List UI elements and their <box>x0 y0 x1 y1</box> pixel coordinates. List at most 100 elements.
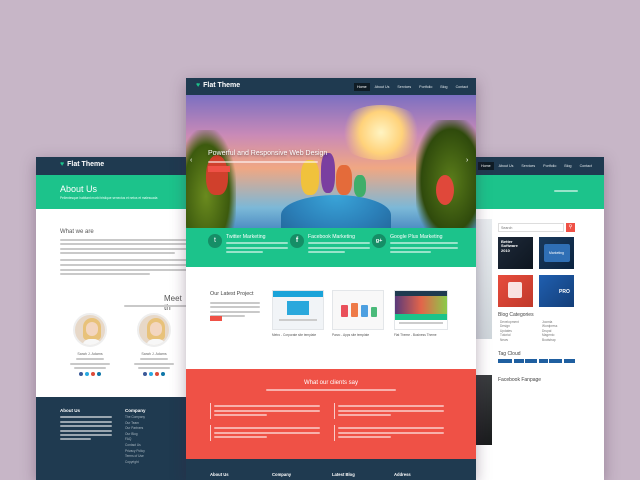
category-link[interactable]: Bootstrap <box>542 338 557 342</box>
heart-icon: ♥ <box>196 82 201 89</box>
project-card[interactable]: Parzo - Apps site template <box>332 290 384 344</box>
nav-home[interactable]: Home <box>354 83 370 91</box>
feature-twitter: t Twitter Marketing <box>208 234 288 256</box>
nav-portfolio[interactable]: Portfolio <box>540 162 559 170</box>
center-navbar: ♥ Flat Theme Home About Us Services Port… <box>186 78 476 95</box>
ad-banner-pro[interactable]: PRO <box>539 275 574 307</box>
left-header-banner: About Us Pellentesque habitant morbi tri… <box>36 175 190 209</box>
left-page-mockup: ♥ Flat Theme About Us Pellentesque habit… <box>36 157 190 480</box>
feature-facebook: f Facebook Marketing <box>290 234 370 256</box>
footer-link[interactable]: Copyright <box>125 460 175 466</box>
slider-prev-icon[interactable]: ‹ <box>190 157 192 164</box>
right-header-banner <box>470 175 604 209</box>
center-logo[interactable]: ♥ Flat Theme <box>196 82 240 89</box>
tag[interactable] <box>513 359 524 363</box>
facebook-icon[interactable] <box>143 372 147 377</box>
ad-banner-marketing[interactable]: Marketing <box>539 237 574 269</box>
search-input[interactable] <box>498 223 564 232</box>
tag[interactable] <box>563 359 575 363</box>
project-caption: Parzo - Apps site template <box>332 333 370 337</box>
nav-home[interactable]: Home <box>478 162 494 170</box>
left-header-title: About Us <box>60 184 98 194</box>
projects-title: Our Latest Project <box>210 291 254 297</box>
twitter-icon: t <box>208 234 222 248</box>
projects-nav-buttons[interactable] <box>210 316 222 321</box>
google-plus-icon[interactable] <box>91 372 95 377</box>
project-card[interactable]: Metro - Corporate site template <box>272 290 324 344</box>
nav-portfolio[interactable]: Portfolio <box>416 83 435 91</box>
team-member-card: Sarah J. Adams <box>134 313 174 377</box>
nav-services[interactable]: Services <box>518 162 538 170</box>
right-navbar: Home About Us Services Portfolio Blog Co… <box>470 157 604 175</box>
feature-google-plus: g+ Google Plus Marketing <box>372 234 458 256</box>
search-icon: ⚲ <box>568 224 573 230</box>
slider-next-icon[interactable]: › <box>466 157 468 164</box>
facebook-icon: f <box>290 234 304 248</box>
nav-blog[interactable]: Blog <box>561 162 574 170</box>
testimonials-title: What our clients say <box>303 380 359 386</box>
categories-col-right: Joomla Wordpress Drupal Magento Bootstra… <box>542 320 557 342</box>
tag[interactable] <box>498 359 512 363</box>
ad-banner-software[interactable]: Better Software 2010 <box>498 237 533 269</box>
ad-banner-red[interactable] <box>498 275 533 307</box>
nav-contact[interactable]: Contact <box>577 162 595 170</box>
heart-icon: ♥ <box>60 161 65 168</box>
team-member-name: Sarah J. Adams <box>141 352 167 356</box>
left-navbar: ♥ Flat Theme <box>36 157 190 175</box>
hero-subtitle <box>208 159 318 166</box>
tag[interactable] <box>549 359 562 363</box>
linkedin-icon[interactable] <box>161 372 165 377</box>
google-plus-icon[interactable] <box>155 372 159 377</box>
features-band: t Twitter Marketing f Facebook Marketing… <box>186 228 476 267</box>
nav-blog[interactable]: Blog <box>437 83 450 91</box>
left-meet-subtitle <box>124 302 188 309</box>
right-nav-menu: Home About Us Services Portfolio Blog Co… <box>478 162 595 170</box>
footer-heading: Company <box>272 472 292 477</box>
team-member-card: Sarah J. Adams <box>70 313 110 377</box>
project-caption: Metro - Corporate site template <box>272 333 317 337</box>
footer-about-title: About Us <box>60 408 80 413</box>
blog-categories-title: Blog Categories <box>498 312 534 318</box>
twitter-icon[interactable] <box>85 372 89 377</box>
hero-title: Powerful and Responsive Web Design <box>208 150 328 157</box>
project-thumbnail <box>272 290 324 330</box>
twitter-icon[interactable] <box>149 372 153 377</box>
nav-services[interactable]: Services <box>394 83 414 91</box>
social-icons <box>134 372 174 377</box>
hero-slider[interactable]: Powerful and Responsive Web Design ‹ › <box>186 95 476 228</box>
project-caption: Flat Theme - Business Theme <box>394 333 437 337</box>
left-footer: About Us Company The Company Our Team Ou… <box>36 397 190 480</box>
footer-heading: About Us <box>210 472 229 477</box>
avatar <box>137 313 171 347</box>
facebook-icon[interactable] <box>79 372 83 377</box>
footer-heading: Latest Blog <box>332 472 355 477</box>
search-button[interactable]: ⚲ <box>566 223 575 232</box>
tag[interactable] <box>525 359 537 363</box>
project-card[interactable]: Flat Theme - Business Theme <box>394 290 448 344</box>
project-thumbnail <box>394 290 448 330</box>
footer-company-links: The Company Our Team Our Partners Our Bl… <box>125 415 175 465</box>
testimonial-quote <box>334 425 444 441</box>
social-icons <box>70 372 110 377</box>
hero-cta-button[interactable] <box>208 166 230 172</box>
nav-about[interactable]: About Us <box>496 162 517 170</box>
categories-col-left: Development Design Updates Tutorial News <box>500 320 519 342</box>
testimonials-band: What our clients say <box>186 369 476 459</box>
linkedin-icon[interactable] <box>97 372 101 377</box>
center-footer: About Us Company Latest Blog Address <box>186 459 476 480</box>
category-link[interactable]: News <box>500 338 519 342</box>
tag[interactable] <box>538 359 548 363</box>
footer-heading: Address <box>394 472 411 477</box>
left-logo[interactable]: ♥ Flat Theme <box>60 161 104 168</box>
tag-cloud <box>498 359 578 363</box>
left-section-title: What we are <box>60 229 94 235</box>
google-plus-icon: g+ <box>372 234 386 248</box>
nav-about[interactable]: About Us <box>372 83 393 91</box>
breadcrumb[interactable] <box>554 188 578 195</box>
left-body-text <box>60 236 188 278</box>
tag-cloud-title: Tag Cloud <box>498 351 521 357</box>
project-thumbnail <box>332 290 384 330</box>
right-page-mockup: Home About Us Services Portfolio Blog Co… <box>470 157 604 480</box>
center-nav-menu: Home About Us Services Portfolio Blog Co… <box>354 83 471 91</box>
nav-contact[interactable]: Contact <box>453 83 471 91</box>
